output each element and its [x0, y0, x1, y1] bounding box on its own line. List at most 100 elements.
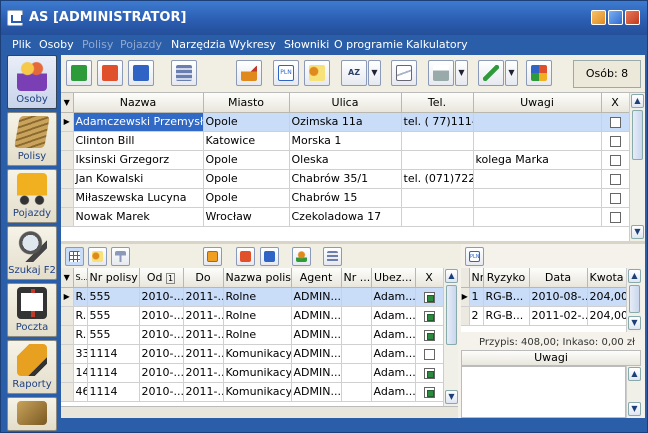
notes-area[interactable] — [461, 366, 626, 418]
cell-nazwa-polisy[interactable]: Rolne — [223, 306, 292, 326]
row-checkbox[interactable] — [609, 211, 621, 223]
cell-uwagi[interactable]: kolega Marka — [473, 150, 602, 170]
grid-view-button[interactable] — [65, 247, 84, 266]
close-button[interactable] — [625, 10, 640, 25]
approve-dropdown[interactable]: ▼ — [505, 60, 518, 86]
cell-nr[interactable] — [341, 363, 372, 383]
column-header-data[interactable]: Data — [529, 268, 588, 288]
scroll-up-icon[interactable]: ▲ — [628, 269, 641, 283]
menu-slowniki[interactable]: Słowniki — [284, 38, 329, 51]
menu-o-programie[interactable]: O programie — [334, 38, 403, 51]
cell-tel[interactable]: tel. ( 77)111-... — [401, 112, 474, 132]
cell-x[interactable] — [415, 287, 443, 307]
cell-do[interactable]: 2011-... — [183, 287, 224, 307]
column-header-od[interactable]: Od 1 — [139, 268, 184, 288]
cell-agent[interactable]: ADMIN... — [291, 363, 342, 383]
calculator-button[interactable] — [171, 60, 197, 86]
cell-ubez[interactable]: Adam... — [371, 382, 416, 402]
column-header-nr[interactable]: Nr ... — [341, 268, 372, 288]
scroll-up-icon[interactable]: ▲ — [631, 94, 644, 108]
cell-uwagi[interactable] — [473, 131, 602, 151]
table-row[interactable]: Iksinski Grzegorz Opole Oleska kolega Ma… — [61, 150, 629, 170]
cell-od[interactable]: 2010-... — [139, 344, 184, 364]
scroll-thumb[interactable] — [446, 285, 457, 345]
policies-hscrollbar[interactable] — [61, 406, 458, 418]
cell-od[interactable]: 2010-... — [139, 325, 184, 345]
add-button[interactable] — [66, 60, 92, 86]
cell-agent[interactable]: ADMIN... — [291, 287, 342, 307]
cell-x[interactable] — [601, 112, 629, 132]
table-row[interactable]: Miłaszewska Lucyna Opole Chabrów 15 — [61, 188, 629, 208]
column-header-nazwa[interactable]: Nazwa — [73, 93, 204, 113]
cell-nr[interactable] — [341, 344, 372, 364]
cell-agent[interactable]: ADMIN... — [291, 306, 342, 326]
cell-nr[interactable]: 1 — [469, 287, 484, 307]
cell-tel[interactable]: tel. (071)722... — [401, 169, 474, 189]
scroll-up-icon[interactable]: ▲ — [445, 269, 458, 283]
calculator-policy-button[interactable] — [323, 247, 342, 266]
cell-nazwa-polisy[interactable]: Komunikacy... — [223, 344, 292, 364]
cell-s[interactable]: 33 — [73, 344, 88, 364]
column-header-ulica[interactable]: Ulica — [289, 93, 402, 113]
cell-miasto[interactable]: Katowice — [203, 131, 290, 151]
person-policy-button[interactable] — [292, 247, 311, 266]
cell-nr[interactable] — [341, 306, 372, 326]
cell-ubez[interactable]: Adam... — [371, 287, 416, 307]
cell-ulica[interactable]: Ozimska 11a — [289, 112, 402, 132]
cell-do[interactable]: 2011-... — [183, 325, 224, 345]
cell-s[interactable]: 46 — [73, 382, 88, 402]
column-header-ubez[interactable]: Ubez... — [371, 268, 416, 288]
cell-od[interactable]: 2010-... — [139, 287, 184, 307]
table-row[interactable]: Clinton Bill Katowice Morska 1 — [61, 131, 629, 151]
cell-miasto[interactable]: Opole — [203, 150, 290, 170]
cell-tel[interactable] — [401, 188, 474, 208]
menu-wykresy[interactable]: Wykresy — [229, 38, 276, 51]
cell-nr-polisy[interactable]: 1114 — [87, 382, 140, 402]
column-header-tel[interactable]: Tel. — [401, 93, 474, 113]
edit-button[interactable] — [128, 60, 154, 86]
cell-uwagi[interactable] — [473, 188, 602, 208]
scroll-thumb[interactable] — [629, 285, 640, 313]
print-button[interactable] — [428, 60, 454, 86]
row-checkbox[interactable] — [423, 386, 435, 398]
scroll-up-icon[interactable]: ▲ — [628, 367, 641, 381]
cell-nr-polisy[interactable]: 555 — [87, 325, 140, 345]
cell-do[interactable]: 2011-... — [183, 363, 224, 383]
cell-od[interactable]: 2010-... — [139, 382, 184, 402]
cell-ubez[interactable]: Adam... — [371, 306, 416, 326]
cell-agent[interactable]: ADMIN... — [291, 325, 342, 345]
cell-miasto[interactable]: Wrocław — [203, 207, 290, 227]
menu-plik[interactable]: Plik — [12, 38, 31, 51]
cell-ubez[interactable]: Adam... — [371, 344, 416, 364]
cell-ulica[interactable]: Oleska — [289, 150, 402, 170]
menu-narzedzia[interactable]: Narzędzia — [171, 38, 226, 51]
contact-card-button[interactable] — [304, 60, 330, 86]
menu-kalkulatory[interactable]: Kalkulatory — [406, 38, 468, 51]
currency-button[interactable]: PLN — [273, 60, 299, 86]
cell-ulica[interactable]: Czekoladowa 17 — [289, 207, 402, 227]
cell-agent[interactable]: ADMIN... — [291, 344, 342, 364]
sidebar-item-archive[interactable] — [7, 397, 57, 431]
cell-uwagi[interactable] — [473, 207, 602, 227]
delete-button[interactable] — [97, 60, 123, 86]
cell-tel[interactable] — [401, 150, 474, 170]
column-header-nr[interactable]: Nr — [469, 268, 484, 288]
cell-x[interactable] — [415, 363, 443, 383]
policies-scrollbar[interactable]: ▲ ▼ — [443, 268, 458, 406]
payments-scrollbar[interactable]: ▲ ▼ — [626, 268, 641, 332]
cell-ubez[interactable]: Adam... — [371, 363, 416, 383]
cell-ryzyko[interactable]: RG-B... — [483, 287, 530, 307]
row-checkbox[interactable] — [609, 154, 621, 166]
column-header-do[interactable]: Do — [183, 268, 224, 288]
cell-nazwa[interactable]: Miłaszewska Lucyna — [73, 188, 204, 208]
column-header-x[interactable]: X — [601, 93, 629, 113]
column-menu-icon[interactable]: ▼ — [61, 93, 74, 113]
column-header-nazwa-polisy[interactable]: Nazwa polisy — [223, 268, 292, 288]
cell-nr[interactable]: 2 — [469, 306, 484, 326]
cell-kwota[interactable]: 204,00 — [587, 287, 626, 307]
cell-kwota[interactable]: 204,00 — [587, 306, 626, 326]
column-menu-icon[interactable]: ▼ — [61, 268, 74, 288]
cell-nazwa-polisy[interactable]: Rolne — [223, 325, 292, 345]
cell-x[interactable] — [415, 344, 443, 364]
cell-uwagi[interactable] — [473, 169, 602, 189]
